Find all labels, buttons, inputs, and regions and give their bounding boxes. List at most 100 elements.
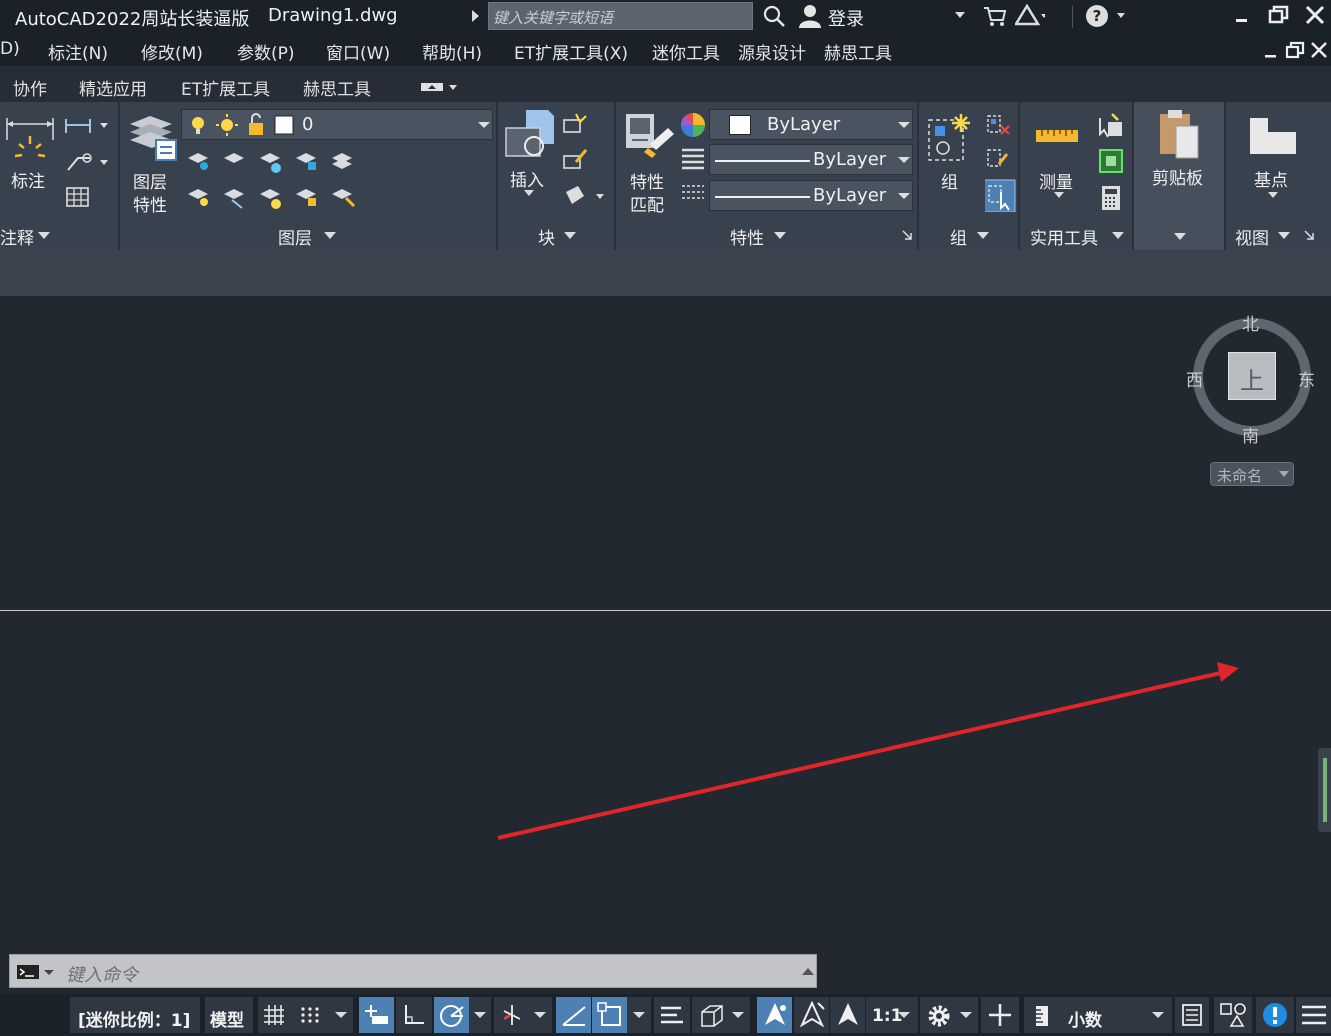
- mini-scale-button[interactable]: [迷你比例：1]: [70, 997, 200, 1033]
- insert-block-icon[interactable]: [504, 108, 556, 160]
- panel-footer[interactable]: 图层: [120, 223, 496, 250]
- command-prompt-icon[interactable]: [16, 963, 60, 981]
- doc-minimize-icon[interactable]: [1263, 45, 1279, 59]
- menu-item[interactable]: 窗口(W): [326, 39, 390, 64]
- annotation-scale-icon-button[interactable]: [830, 997, 865, 1033]
- insert-button-label[interactable]: 插入: [510, 166, 544, 191]
- dimension-button-label[interactable]: 标注: [11, 167, 45, 192]
- workspace-switching-button[interactable]: [920, 997, 978, 1033]
- doc-close-icon[interactable]: [1310, 41, 1328, 59]
- menu-item[interactable]: 标注(N): [48, 39, 108, 64]
- panel-footer[interactable]: 组: [919, 223, 1018, 250]
- restore-icon[interactable]: [1268, 5, 1290, 25]
- menu-item[interactable]: 帮助(H): [422, 39, 482, 64]
- drawing-canvas[interactable]: 上 北 南 东 西 未命名: [0, 296, 1331, 1036]
- layer-dropdown[interactable]: 0: [181, 109, 493, 140]
- chevron-down-icon[interactable]: [1268, 192, 1278, 199]
- compass-east[interactable]: 东: [1298, 366, 1315, 391]
- menu-item[interactable]: 参数(P): [237, 39, 295, 64]
- leader-icon[interactable]: [64, 150, 112, 174]
- panel-footer[interactable]: 注释: [0, 223, 118, 250]
- customization-menu-button[interactable]: [1296, 997, 1331, 1033]
- chevron-down-icon[interactable]: [955, 12, 965, 20]
- expand-arrow-icon[interactable]: [470, 9, 480, 23]
- autodesk-a360-icon[interactable]: [1015, 4, 1045, 28]
- doc-restore-icon[interactable]: [1285, 41, 1307, 59]
- dimension-icon[interactable]: [5, 114, 57, 162]
- dialog-launcher-icon[interactable]: [1304, 230, 1314, 240]
- chevron-down-icon[interactable]: [524, 190, 534, 197]
- group-tools-icons[interactable]: [985, 112, 1017, 212]
- search-input[interactable]: 键入关键字或短语: [488, 2, 753, 30]
- annotation-monitor-button[interactable]: [981, 997, 1019, 1033]
- chevron-down-icon[interactable]: [335, 1012, 347, 1020]
- selection-cycling-button[interactable]: [692, 997, 750, 1033]
- measure-button-label[interactable]: 测量: [1039, 168, 1073, 193]
- isodraft-button[interactable]: [494, 997, 552, 1033]
- object-snap-tracking-button[interactable]: [556, 997, 591, 1033]
- menu-item[interactable]: ET扩展工具(X): [514, 39, 628, 64]
- tab-et-tools[interactable]: ET扩展工具: [181, 75, 270, 100]
- base-point-label[interactable]: 基点: [1254, 166, 1288, 191]
- grid-icon[interactable]: [262, 1004, 286, 1026]
- lineweight-display-button[interactable]: [654, 997, 690, 1033]
- help-icon[interactable]: ?: [1085, 4, 1125, 28]
- tab-hesi-tools[interactable]: 赫思工具: [303, 75, 371, 100]
- polar-options-button[interactable]: [469, 997, 491, 1033]
- tab-collaborate[interactable]: 协作: [13, 75, 47, 100]
- measure-icon[interactable]: [1034, 124, 1082, 148]
- command-history-toggle-icon[interactable]: [802, 968, 814, 976]
- object-snap-button[interactable]: [592, 997, 627, 1033]
- menu-item[interactable]: D): [0, 39, 20, 59]
- menu-item[interactable]: 迷你工具: [652, 39, 720, 64]
- menu-item[interactable]: 源泉设计: [738, 39, 806, 64]
- login-link[interactable]: 登录: [828, 5, 864, 31]
- panel-footer[interactable]: 块: [498, 223, 614, 250]
- table-icon[interactable]: [66, 187, 90, 209]
- compass-north[interactable]: 北: [1242, 310, 1259, 335]
- compass-south[interactable]: 南: [1242, 422, 1259, 447]
- compass-west[interactable]: 西: [1186, 366, 1203, 391]
- lineweight-dropdown[interactable]: ByLayer: [709, 180, 913, 211]
- color-dropdown[interactable]: ByLayer: [709, 109, 913, 140]
- ortho-button[interactable]: [396, 997, 432, 1033]
- units-dropdown[interactable]: 小数: [1024, 997, 1172, 1033]
- close-icon[interactable]: [1305, 5, 1325, 25]
- block-tools-icons[interactable]: [562, 112, 610, 212]
- panel-clipboard[interactable]: 剪贴板: [1134, 102, 1226, 250]
- group-button-label[interactable]: 组: [941, 168, 958, 193]
- command-line[interactable]: 键入命令: [9, 954, 817, 988]
- layer-properties-label-2[interactable]: 特性: [133, 191, 167, 216]
- command-input[interactable]: 键入命令: [66, 961, 138, 987]
- ucs-dropdown[interactable]: 未命名: [1210, 462, 1294, 486]
- drawn-line[interactable]: [0, 610, 1331, 611]
- tab-featured-apps[interactable]: 精选应用: [79, 75, 147, 100]
- cart-icon[interactable]: [983, 5, 1007, 27]
- panel-footer[interactable]: 特性: [616, 223, 917, 250]
- layer-properties-label-1[interactable]: 图层: [133, 168, 167, 193]
- ribbon-minimize-toggle-icon[interactable]: [420, 82, 458, 92]
- layer-properties-icon[interactable]: [126, 110, 178, 162]
- base-point-icon[interactable]: [1246, 114, 1300, 158]
- utility-tools-icons[interactable]: [1096, 112, 1130, 212]
- minimize-icon[interactable]: [1233, 6, 1251, 24]
- property-tools-icons[interactable]: [680, 112, 710, 212]
- viewcube-face-top[interactable]: 上: [1228, 352, 1276, 400]
- user-icon[interactable]: [797, 3, 823, 29]
- notification-button[interactable]: [1256, 997, 1294, 1033]
- match-properties-icon[interactable]: [624, 110, 676, 162]
- match-properties-label-2[interactable]: 匹配: [630, 191, 664, 216]
- polar-tracking-button[interactable]: [434, 997, 469, 1033]
- menu-item[interactable]: 赫思工具: [824, 39, 892, 64]
- search-icon[interactable]: [762, 4, 786, 28]
- match-properties-label-1[interactable]: 特性: [630, 168, 664, 193]
- isolate-objects-button[interactable]: [1214, 997, 1252, 1033]
- dynamic-input-button[interactable]: [359, 997, 394, 1033]
- annotation-scale-dropdown[interactable]: 1:1: [866, 997, 918, 1033]
- linetype-dropdown[interactable]: ByLayer: [709, 144, 913, 175]
- dialog-launcher-icon[interactable]: [902, 230, 912, 240]
- snap-icon[interactable]: [300, 1005, 322, 1025]
- annotation-visibility-button[interactable]: [757, 997, 792, 1033]
- viewcube[interactable]: 上 北 南 东 西 未命名: [1180, 308, 1324, 498]
- menu-item[interactable]: 修改(M): [141, 39, 203, 64]
